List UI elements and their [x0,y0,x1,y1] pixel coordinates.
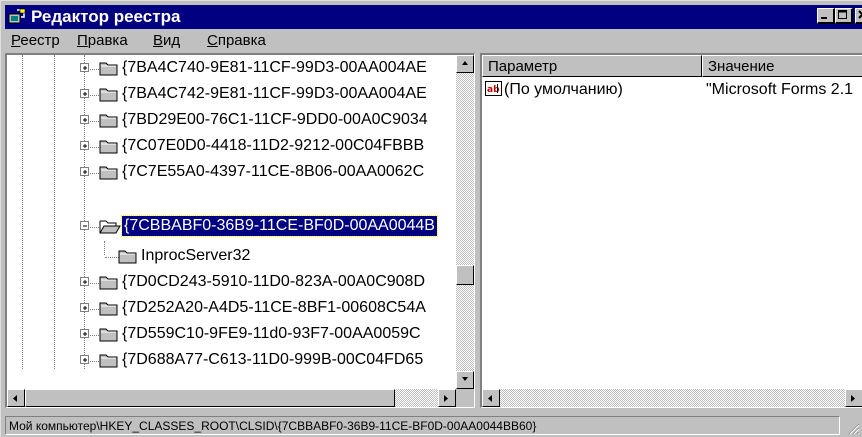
tree-item-label: InprocServer32 [141,247,251,264]
scroll-left-button[interactable] [482,389,500,407]
scrollbar-corner [456,389,474,407]
menu-help[interactable]: Справка [207,32,266,49]
menu-edit[interactable]: Правка [77,32,128,49]
tree-item[interactable]: {7D559C10-9FE9-11d0-93F7-00AA0059C [7,323,456,347]
scroll-right-button[interactable] [438,389,456,407]
status-path: Мой компьютер\HKEY_CLASSES_ROOT\CLSID\{7… [9,419,537,433]
menu-bar: Реестр Правка Вид Справка [5,30,862,51]
tree-horizontal-scrollbar[interactable] [7,389,456,407]
scroll-down-button[interactable] [456,371,474,389]
expand-icon[interactable] [80,167,89,176]
expand-icon[interactable] [80,277,89,286]
expand-icon[interactable] [80,115,89,124]
open-folder-icon [99,217,121,240]
arrow-left-icon [488,395,492,402]
tree-item[interactable]: {7BA4C740-9E81-11CF-99D3-00AA004AE [7,57,456,81]
scroll-thumb[interactable] [25,389,395,407]
arrow-right-icon [444,395,448,402]
folder-icon [99,299,119,322]
value-name: (По умолчанию) [504,81,623,98]
tree-item[interactable]: {7C07E0D0-4418-11D2-9212-00C04FBBB [7,135,456,159]
folder-icon [99,137,119,160]
tree-item-label: {7CBBABF0-36B9-11CE-BF0D-00AA0044B [121,215,438,237]
tree-item-label: {7D0CD243-5910-11D0-823A-00A0C908D [122,273,426,290]
string-value-icon: ab [485,81,503,102]
tree-item-label: {7D252A20-A4D5-11CE-8BF1-00608C54A [122,299,426,316]
expand-icon[interactable] [80,141,89,150]
folder-icon [99,325,119,348]
tree-item-label: {7D559C10-9FE9-11d0-93F7-00AA0059C [122,325,421,342]
scroll-thumb[interactable] [456,265,474,285]
tree-item-label: {7BD29E00-76C1-11CF-9DD0-00A0C9034 [122,111,428,128]
registry-editor-window: Редактор реестра Реестр Правка Вид Справ… [0,0,862,437]
value-data: "Microsoft Forms 2.1 [706,81,854,98]
column-header-name[interactable]: Параметр [482,55,702,77]
resize-grip-icon[interactable] [846,421,860,435]
tree-item[interactable]: {7C7E55A0-4397-11CE-8B06-00AA0062C [7,161,456,185]
minimize-button[interactable] [817,8,835,24]
status-path-field: Мой компьютер\HKEY_CLASSES_ROOT\CLSID\{7… [5,416,840,435]
tree-item[interactable]: {7BA4C742-9E81-11CF-99D3-00AA004AE [7,83,456,107]
arrow-down-icon [462,377,468,381]
folder-icon [118,247,138,270]
scroll-left-button[interactable] [7,389,25,407]
tree-item[interactable]: {7D688A77-C613-11D0-999B-00C04FD65 [7,349,456,373]
svg-text:ab: ab [487,85,500,95]
maximize-button[interactable] [835,8,853,24]
folder-icon [99,351,119,374]
list-horizontal-scrollbar[interactable] [482,389,862,407]
folder-icon [99,59,119,82]
expand-icon[interactable] [80,63,89,72]
tree-item[interactable]: {7D0CD243-5910-11D0-823A-00A0C908D [7,271,456,295]
value-list[interactable]: Параметр Значение ab (По умолчанию) "Mic… [480,53,862,408]
tree-item[interactable]: {7BD29E00-76C1-11CF-9DD0-00A0C9034 [7,109,456,133]
tree-item[interactable]: {7D252A20-A4D5-11CE-8BF1-00608C54A [7,297,456,321]
scroll-up-button[interactable] [456,55,474,73]
arrow-right-icon [851,395,855,402]
scroll-right-button[interactable] [845,389,862,407]
expand-icon[interactable] [80,89,89,98]
expand-icon[interactable] [80,303,89,312]
expand-icon[interactable] [80,329,89,338]
folder-icon [99,111,119,134]
maximize-icon [838,10,847,19]
title-bar[interactable]: Редактор реестра [5,5,862,29]
key-tree[interactable]: {7BA4C740-9E81-11CF-99D3-00AA004AE {7BA4… [5,53,475,408]
tree-item-label: {7BA4C740-9E81-11CF-99D3-00AA004AE [122,59,427,76]
close-button[interactable] [855,8,862,24]
tree-item[interactable]: InprocServer32 [7,245,456,269]
tree-item-label: {7BA4C742-9E81-11CF-99D3-00AA004AE [122,85,427,102]
tree-vertical-scrollbar[interactable] [456,55,474,389]
tree-item-selected[interactable]: {7CBBABF0-36B9-11CE-BF0D-00AA0044B [7,215,456,239]
arrow-up-icon [462,61,468,65]
folder-icon [99,85,119,108]
column-header-value[interactable]: Значение [702,55,862,77]
expand-icon[interactable] [80,355,89,364]
menu-view[interactable]: Вид [153,32,180,49]
tree-item-label: {7D688A77-C613-11D0-999B-00C04FD65 [122,351,424,368]
tree-item-label: {7C7E55A0-4397-11CE-8B06-00AA0062C [122,163,425,180]
status-bar: Мой компьютер\HKEY_CLASSES_ROOT\CLSID\{7… [3,413,862,437]
folder-icon [99,273,119,296]
arrow-left-icon [13,395,17,402]
menu-registry[interactable]: Реестр [11,32,60,49]
list-row[interactable]: ab (По умолчанию) "Microsoft Forms 2.1 [482,79,862,101]
regedit-icon [8,8,26,26]
close-icon [858,10,862,19]
tree-item-label: {7C07E0D0-4418-11D2-9212-00C04FBBB [122,137,425,154]
collapse-icon[interactable] [80,221,89,230]
folder-icon [99,163,119,186]
minimize-icon [821,17,827,19]
window-title: Редактор реестра [31,7,181,26]
